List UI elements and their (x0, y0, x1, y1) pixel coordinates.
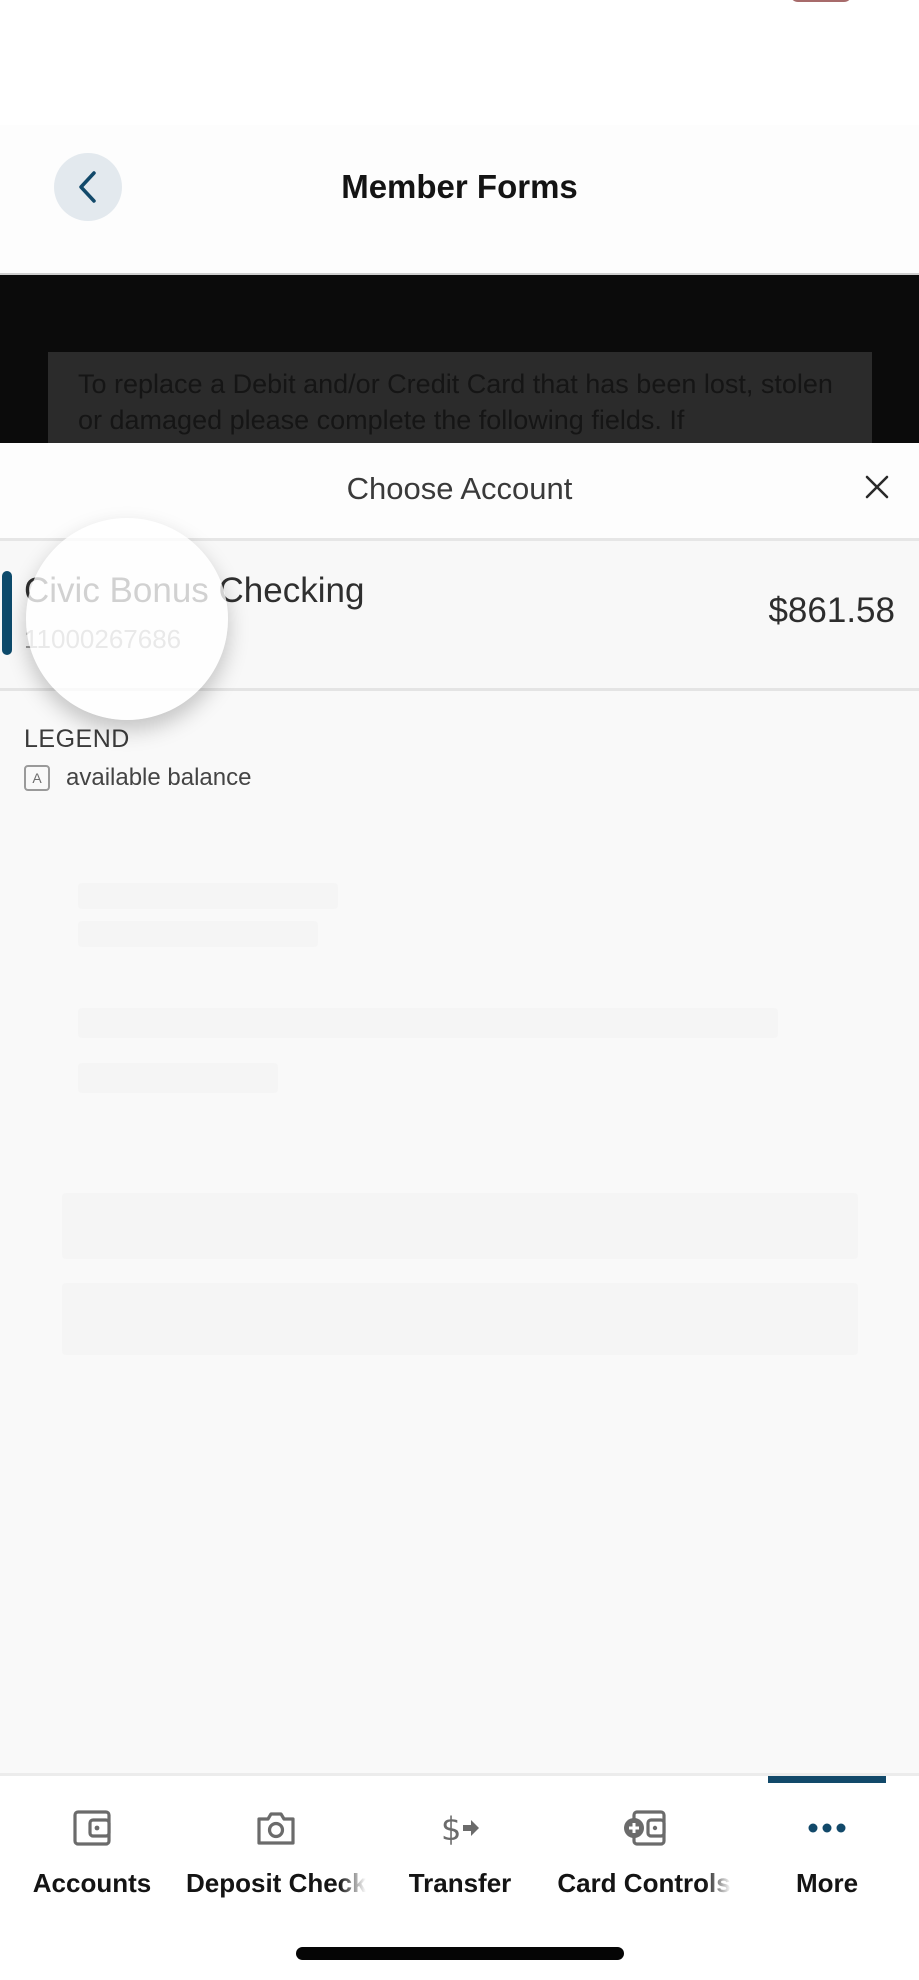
available-balance-badge-icon: A (24, 765, 50, 791)
home-indicator[interactable] (296, 1947, 624, 1960)
active-tab-indicator (768, 1776, 886, 1783)
nav-item-more[interactable]: More (735, 1806, 919, 1906)
form-intro-text: To replace a Debit and/or Credit Card th… (78, 369, 833, 435)
choose-account-sheet: Choose Account Civic Bonus Checking 1100… (0, 443, 919, 1773)
legend-item: A available balance (24, 764, 251, 792)
form-intro-box: To replace a Debit and/or Credit Card th… (48, 352, 872, 452)
nav-label: More (795, 1868, 859, 1898)
nav-item-transfer[interactable]: $ Transfer (368, 1806, 552, 1906)
legend-title: LEGEND (24, 725, 130, 753)
account-balance: $861.58 (768, 591, 895, 630)
account-name: Civic Bonus Checking (24, 571, 365, 610)
legend-label: available balance (66, 764, 252, 791)
nav-item-accounts[interactable]: Accounts (0, 1806, 184, 1906)
nav-label: Transfer (408, 1868, 512, 1898)
page-title: Member Forms (341, 168, 578, 205)
status-indicator (790, 0, 852, 2)
ghost-text (78, 883, 338, 909)
ghost-input (62, 1193, 858, 1259)
nav-item-deposit-checks[interactable]: Deposit Checks (184, 1806, 368, 1906)
nav-label: Card Controls (557, 1868, 731, 1898)
dimmed-background-overlay: To replace a Debit and/or Credit Card th… (0, 273, 919, 452)
more-dots-icon (805, 1806, 849, 1850)
camera-icon (254, 1806, 298, 1850)
sheet-title: Choose Account (346, 471, 573, 506)
svg-text:$: $ (441, 1810, 461, 1848)
wallet-icon (70, 1806, 114, 1850)
account-list-item[interactable]: Civic Bonus Checking 11000267686 $861.58 (0, 541, 919, 691)
close-button[interactable] (857, 467, 897, 507)
ghost-button (62, 1283, 858, 1355)
legend: LEGEND A available balance (24, 725, 251, 792)
selected-indicator (2, 571, 12, 655)
dollar-transfer-icon: $ (438, 1806, 482, 1850)
ghost-text (78, 921, 318, 947)
account-number: 11000267686 (24, 624, 182, 654)
sheet-header: Choose Account (0, 443, 919, 541)
ghost-text (78, 1063, 278, 1093)
card-add-icon (622, 1806, 666, 1850)
nav-label: Accounts (32, 1868, 152, 1898)
nav-item-card-controls[interactable]: Card Controls (552, 1806, 736, 1906)
ghost-text (78, 1008, 778, 1038)
status-bar (0, 0, 919, 125)
nav-label: Deposit Checks (186, 1868, 366, 1898)
close-icon (865, 475, 889, 499)
